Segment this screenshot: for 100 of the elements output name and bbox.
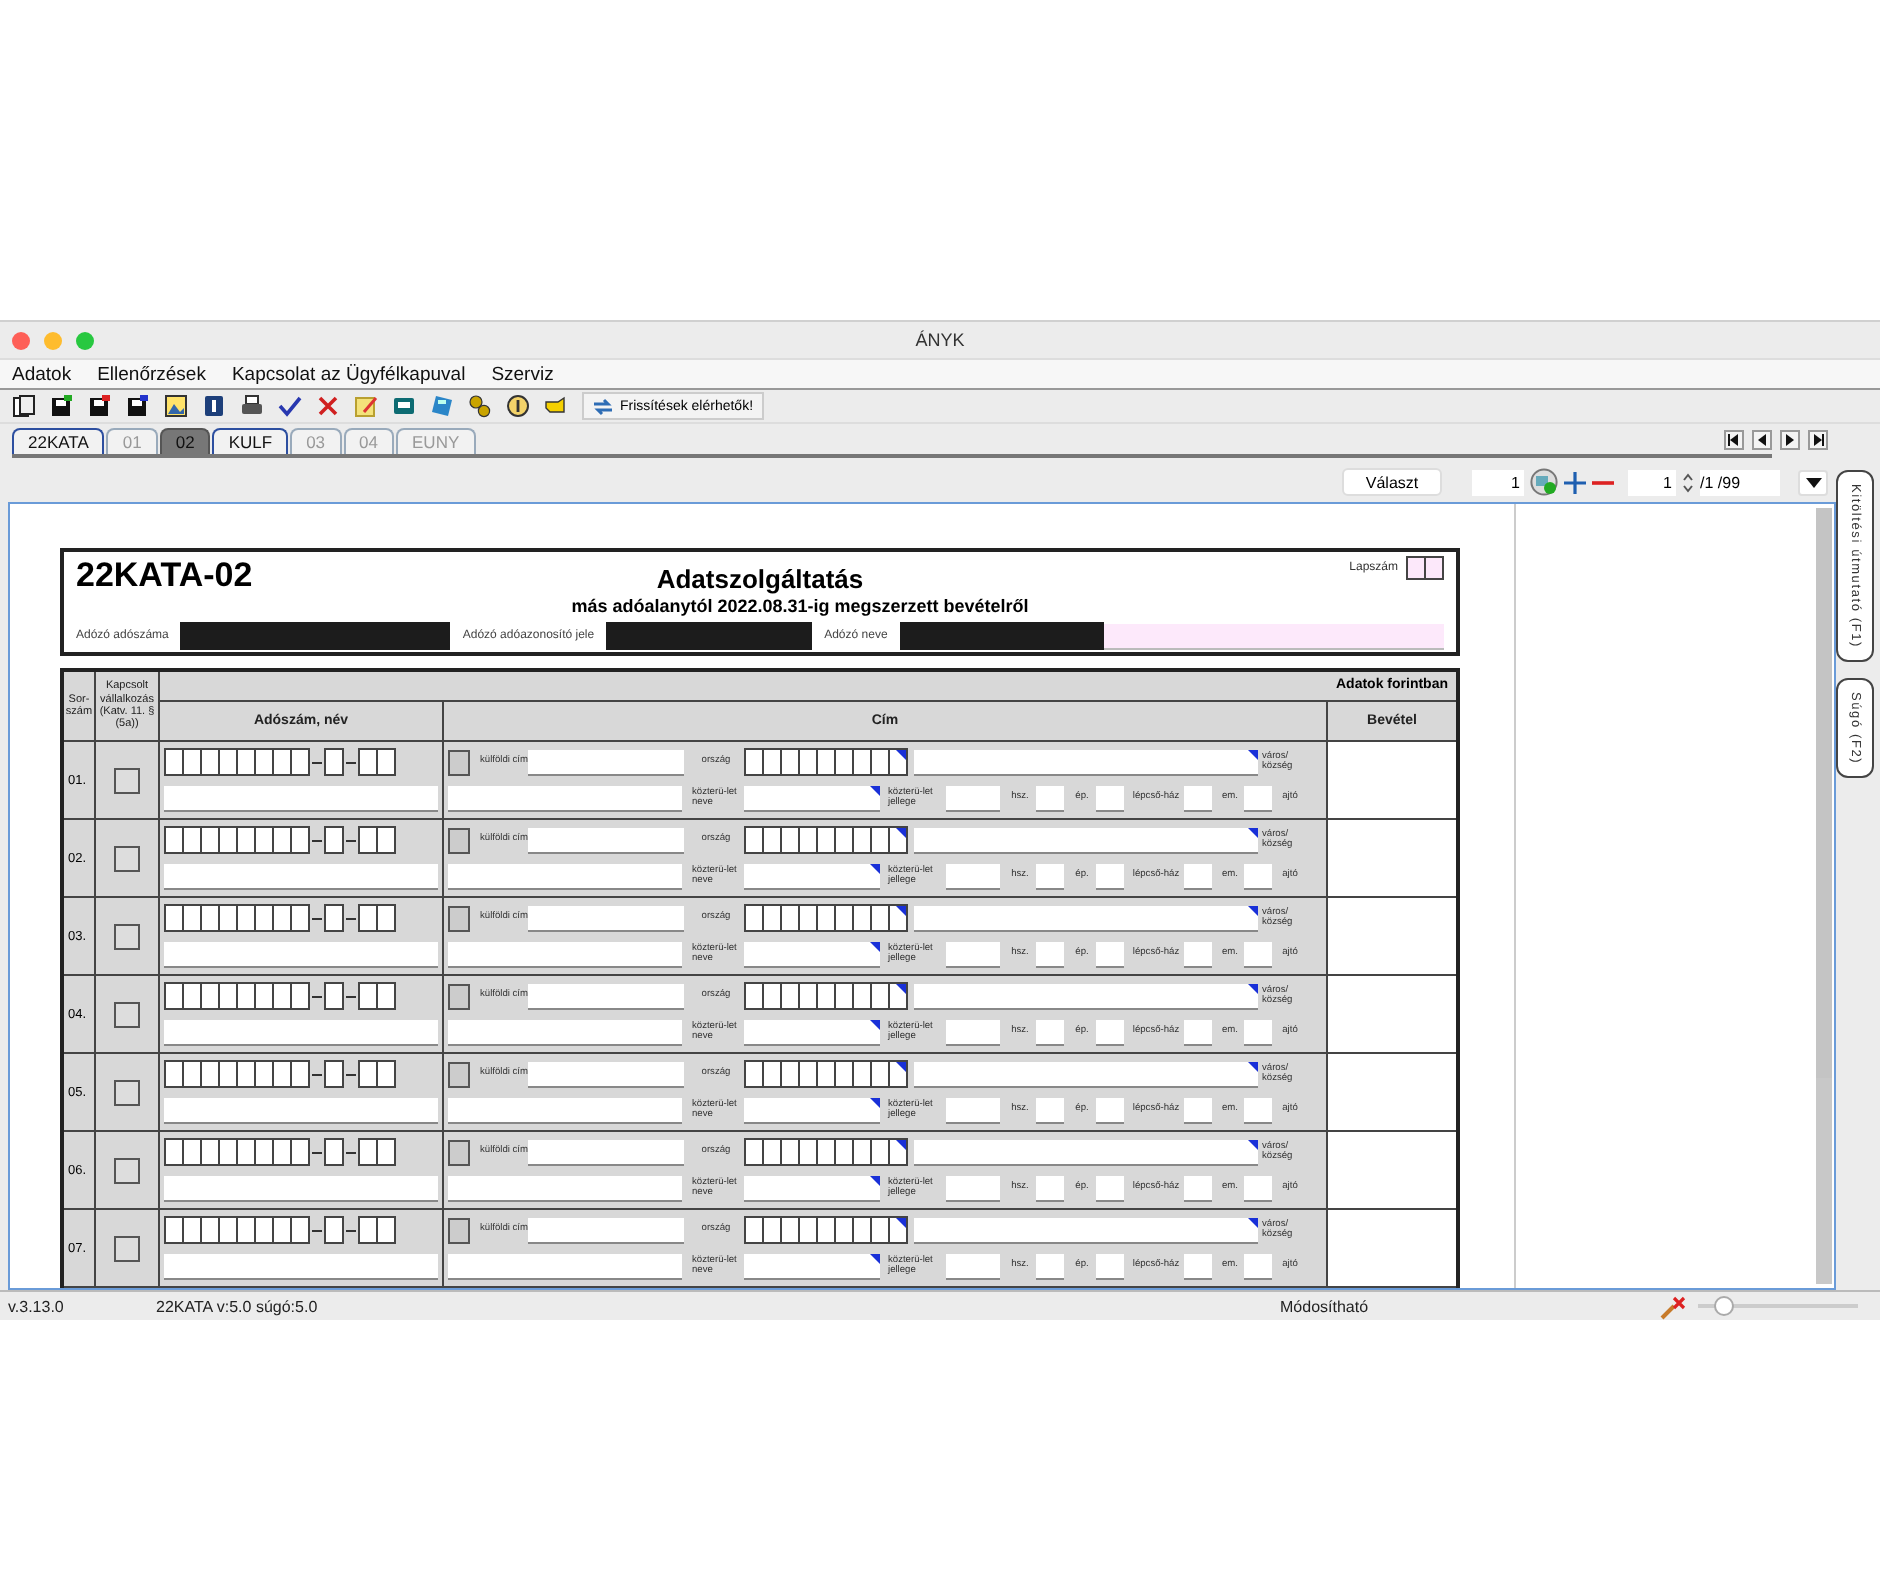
- street-name-input[interactable]: [744, 1175, 880, 1201]
- notepad-icon[interactable]: [354, 394, 378, 418]
- staircase-input[interactable]: [1184, 1019, 1212, 1045]
- tax-number-field[interactable]: [324, 1138, 344, 1166]
- tax-number-field[interactable]: [324, 1216, 344, 1244]
- address-input[interactable]: [528, 983, 684, 1009]
- building-input[interactable]: [1096, 1097, 1124, 1123]
- staircase-input[interactable]: [1184, 1097, 1212, 1123]
- number-input[interactable]: [1036, 1175, 1064, 1201]
- checkbox[interactable]: [448, 983, 470, 1009]
- cross-icon[interactable]: [316, 394, 340, 418]
- address-input[interactable]: [448, 785, 682, 811]
- dropdown-button[interactable]: [1798, 469, 1828, 495]
- street-name-input[interactable]: [744, 1253, 880, 1279]
- tax-number-field[interactable]: [324, 748, 344, 776]
- tax-number-field[interactable]: [358, 904, 396, 932]
- street-name-input[interactable]: [744, 1097, 880, 1123]
- city-input[interactable]: [914, 905, 1258, 931]
- checkbox[interactable]: [448, 1217, 470, 1243]
- name-input[interactable]: [164, 863, 438, 889]
- street-name-input[interactable]: [744, 1019, 880, 1045]
- floor-input[interactable]: [1244, 785, 1272, 811]
- tax-number-field[interactable]: [164, 982, 310, 1010]
- country-code-field[interactable]: [744, 1216, 908, 1244]
- scrollbar[interactable]: [1816, 508, 1832, 1284]
- street-name-input[interactable]: [744, 941, 880, 967]
- name-input[interactable]: [164, 1253, 438, 1279]
- sheet-number-field[interactable]: [1406, 556, 1444, 580]
- zoom-button[interactable]: [76, 331, 94, 349]
- checkbox[interactable]: [114, 1235, 140, 1261]
- clipboard-icon[interactable]: [12, 394, 36, 418]
- city-input[interactable]: [914, 1217, 1258, 1243]
- building-input[interactable]: [1096, 863, 1124, 889]
- staircase-input[interactable]: [1184, 941, 1212, 967]
- city-input[interactable]: [914, 827, 1258, 853]
- tax-number-field[interactable]: [358, 748, 396, 776]
- street-name-input[interactable]: [744, 785, 880, 811]
- address-input[interactable]: [448, 941, 682, 967]
- name-input[interactable]: [164, 1019, 438, 1045]
- street-name-input[interactable]: [744, 863, 880, 889]
- country-code-field[interactable]: [744, 1060, 908, 1088]
- tax-number-field[interactable]: [324, 826, 344, 854]
- page-nav-button[interactable]: [1780, 430, 1800, 450]
- address-input[interactable]: [448, 863, 682, 889]
- name-input[interactable]: [164, 1097, 438, 1123]
- tax-number-field[interactable]: [164, 1138, 310, 1166]
- page-field[interactable]: 1: [1472, 469, 1524, 495]
- monitor-icon[interactable]: [392, 394, 416, 418]
- country-code-field[interactable]: [744, 748, 908, 776]
- street-type-input[interactable]: [946, 1019, 1000, 1045]
- tab[interactable]: KULF: [212, 428, 289, 454]
- number-input[interactable]: [1036, 1019, 1064, 1045]
- checkbox[interactable]: [448, 905, 470, 931]
- street-type-input[interactable]: [946, 863, 1000, 889]
- building-input[interactable]: [1096, 785, 1124, 811]
- checkbox[interactable]: [114, 1001, 140, 1027]
- floor-input[interactable]: [1244, 1175, 1272, 1201]
- tax-number-field[interactable]: [164, 1216, 310, 1244]
- tax-number-field[interactable]: [358, 826, 396, 854]
- checkbox[interactable]: [114, 1079, 140, 1105]
- city-input[interactable]: [914, 1139, 1258, 1165]
- tax-number-field[interactable]: [324, 904, 344, 932]
- menu-item[interactable]: Szerviz: [491, 363, 554, 385]
- floppy-icon[interactable]: [126, 394, 150, 418]
- checkbox[interactable]: [448, 1139, 470, 1165]
- building-input[interactable]: [1096, 1253, 1124, 1279]
- number-input[interactable]: [1036, 1253, 1064, 1279]
- floppy-icon[interactable]: [88, 394, 112, 418]
- tax-number-field[interactable]: [164, 1060, 310, 1088]
- staircase-input[interactable]: [1184, 1175, 1212, 1201]
- city-input[interactable]: [914, 1061, 1258, 1087]
- address-input[interactable]: [528, 749, 684, 775]
- checkbox[interactable]: [448, 1061, 470, 1087]
- checkbox[interactable]: [448, 749, 470, 775]
- tax-number-field[interactable]: [164, 826, 310, 854]
- checkbox[interactable]: [114, 845, 140, 871]
- street-type-input[interactable]: [946, 941, 1000, 967]
- checkbox[interactable]: [114, 1157, 140, 1183]
- floor-input[interactable]: [1244, 1097, 1272, 1123]
- country-code-field[interactable]: [744, 982, 908, 1010]
- page-nav-button[interactable]: [1724, 430, 1744, 450]
- floppy-icon[interactable]: [50, 394, 74, 418]
- slider-thumb[interactable]: [1714, 1296, 1735, 1316]
- address-input[interactable]: [528, 1061, 684, 1087]
- number-input[interactable]: [1036, 941, 1064, 967]
- checkbox[interactable]: [114, 767, 140, 793]
- building-input[interactable]: [1096, 941, 1124, 967]
- street-type-input[interactable]: [946, 1097, 1000, 1123]
- menu-item[interactable]: Adatok: [12, 363, 72, 385]
- address-input[interactable]: [448, 1175, 682, 1201]
- staircase-input[interactable]: [1184, 1253, 1212, 1279]
- page-nav-button[interactable]: [1752, 430, 1772, 450]
- address-input[interactable]: [448, 1019, 682, 1045]
- page-nav-button[interactable]: [1808, 430, 1828, 450]
- address-input[interactable]: [528, 1217, 684, 1243]
- city-input[interactable]: [914, 983, 1258, 1009]
- plus-icon[interactable]: [1564, 471, 1586, 493]
- checkmark-icon[interactable]: [278, 394, 302, 418]
- close-button[interactable]: [12, 331, 30, 349]
- tab[interactable]: 02: [159, 428, 211, 454]
